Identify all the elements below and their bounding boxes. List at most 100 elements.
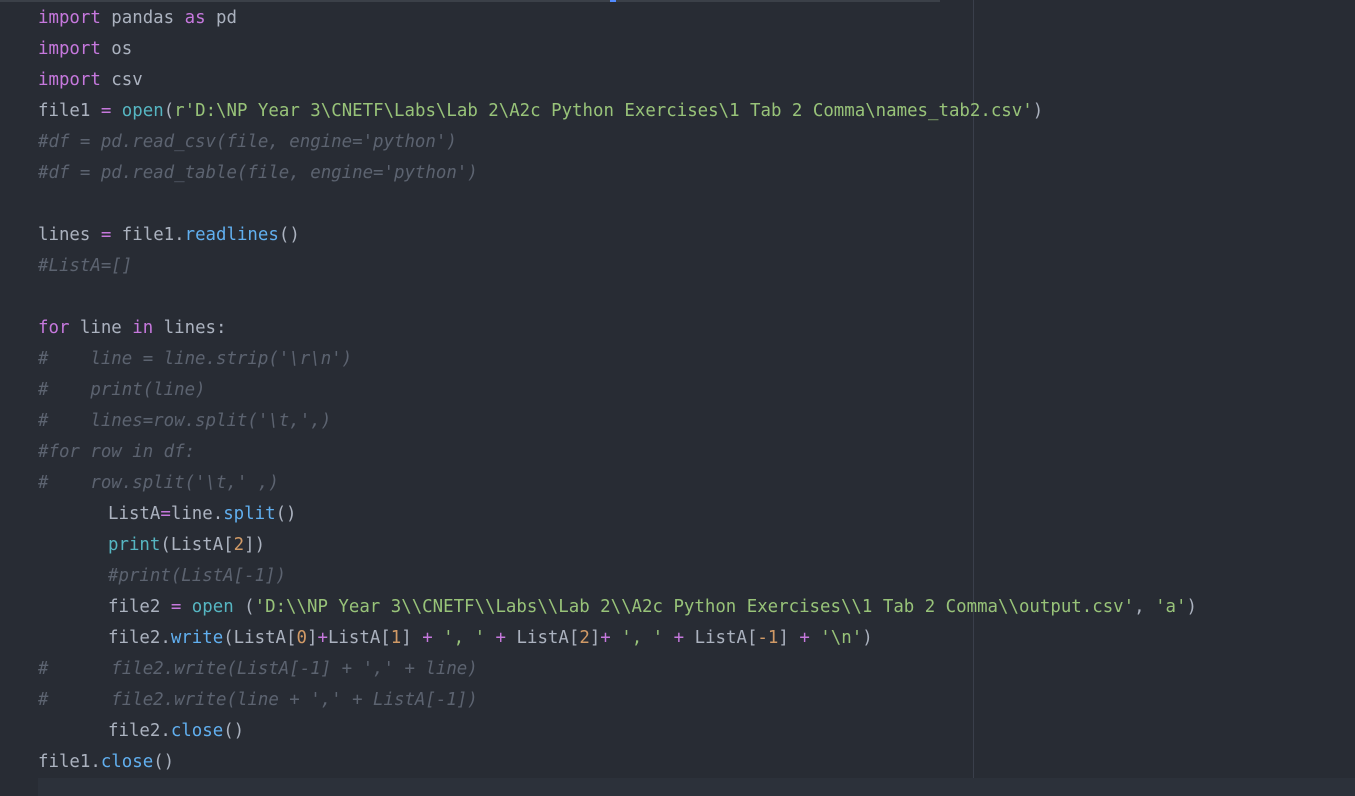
paren: ( [233, 597, 255, 617]
cursor-line-highlight [38, 778, 1355, 796]
builtin-function: open [121, 101, 164, 121]
identifier: pandas [100, 8, 185, 28]
string-literal: 'D:\\NP Year 3\\CNETF\\Labs\\Lab 2\\A2c … [254, 597, 1135, 617]
code-line-16: # row.split('\t,' ,) [38, 468, 1197, 499]
code-line-2: import os [38, 34, 1197, 65]
code-line-13: # print(line) [38, 375, 1197, 406]
keyword: import [38, 70, 101, 90]
code-line-8: lines = file1.readlines() [38, 220, 1197, 251]
comment: #df = pd.read_csv(file, engine='python') [38, 132, 457, 152]
comment: # row.split('\t,' ,) [38, 473, 279, 493]
keyword: as [184, 8, 206, 28]
keyword: import [38, 8, 101, 28]
comment: #print(ListA[-1]) [108, 566, 286, 586]
comment: # lines=row.split('\t,',) [38, 411, 332, 431]
code-line-12: # line = line.strip('\r\n') [38, 344, 1197, 375]
code-line-25: file1.close() [38, 747, 1197, 778]
code-line-24: file2.close() [38, 716, 1197, 747]
code-line-15: #for row in df: [38, 437, 1197, 468]
paren: ]) [244, 535, 266, 555]
paren: ) [1186, 597, 1197, 617]
identifier: pd [205, 8, 237, 28]
code-editor[interactable]: import pandas as pd import os import csv… [0, 0, 1355, 796]
code-line-5: #df = pd.read_csv(file, engine='python') [38, 127, 1197, 158]
identifier: ListA [108, 504, 161, 524]
code-line-11: for line in lines: [38, 313, 1197, 344]
operator: = [100, 101, 112, 121]
comment: #df = pd.read_table(file, engine='python… [38, 163, 478, 183]
code-line-17: ListA=line.split() [38, 499, 1197, 530]
string-literal: '\n' [820, 628, 863, 648]
identifier: (ListA[ [160, 535, 234, 555]
active-tab-indicator [610, 0, 616, 2]
identifier: lines: [153, 318, 227, 338]
comment: # file2.write(line + ',' + ListA[-1]) [38, 690, 478, 710]
builtin-function: print [108, 535, 161, 555]
code-line-20: file2 = open ('D:\\NP Year 3\\CNETF\\Lab… [38, 592, 1197, 623]
string-literal: r'D:\NP Year 3\CNETF\Labs\Lab 2\A2c Pyth… [174, 101, 1033, 121]
method-call: close [170, 721, 224, 741]
paren: () [223, 721, 245, 741]
keyword: import [38, 39, 101, 59]
operator: = [170, 597, 182, 617]
tab-bar-border [0, 0, 940, 2]
method-call: write [170, 628, 224, 648]
method-call: close [100, 752, 154, 772]
identifier: lines [38, 225, 101, 245]
identifier: file1 [38, 101, 101, 121]
code-line-23: # file2.write(line + ',' + ListA[-1]) [38, 685, 1197, 716]
number-literal: 2 [233, 535, 245, 555]
paren: ( [163, 101, 175, 121]
identifier: ListA[ [327, 628, 391, 648]
operator: + [600, 628, 611, 648]
code-line-4: file1 = open(r'D:\NP Year 3\CNETF\Labs\L… [38, 96, 1197, 127]
code-line-9: #ListA=[] [38, 251, 1197, 282]
code-line-19: #print(ListA[-1]) [38, 561, 1197, 592]
operator: + [317, 628, 328, 648]
paren: ) [1032, 101, 1044, 121]
identifier: file2. [108, 628, 171, 648]
number-literal: -1 [757, 628, 779, 648]
code-line-21: file2.write(ListA[0]+ListA[1] + ', ' + L… [38, 623, 1197, 654]
keyword: for [38, 318, 70, 338]
code-line-18: print(ListA[2]) [38, 530, 1197, 561]
code-line-6: #df = pd.read_table(file, engine='python… [38, 158, 1197, 189]
method-call: split [223, 504, 276, 524]
operator: + [673, 628, 685, 648]
code-line-22: # file2.write(ListA[-1] + ',' + line) [38, 654, 1197, 685]
number-literal: 2 [579, 628, 590, 648]
identifier: (ListA[ [223, 628, 297, 648]
number-literal: 0 [296, 628, 307, 648]
method-call: readlines [184, 225, 279, 245]
operator: + [422, 628, 433, 648]
operator: + [495, 628, 507, 648]
code-line-14: # lines=row.split('\t,',) [38, 406, 1197, 437]
operator: = [160, 504, 171, 524]
identifier: file2. [108, 721, 171, 741]
identifier: line [69, 318, 133, 338]
comment: # print(line) [38, 380, 206, 400]
identifier: file2 [108, 597, 171, 617]
bracket: ] [401, 628, 423, 648]
identifier: os [100, 39, 133, 59]
code-line-3: import csv [38, 65, 1197, 96]
paren: () [153, 752, 175, 772]
code-area[interactable]: import pandas as pd import os import csv… [38, 3, 1197, 778]
comma: , [1134, 597, 1156, 617]
identifier: line. [170, 504, 224, 524]
identifier: file1. [38, 752, 101, 772]
bracket: ] [778, 628, 800, 648]
keyword: in [132, 318, 154, 338]
identifier: ListA[ [506, 628, 580, 648]
paren: () [275, 504, 297, 524]
comment: #ListA=[] [38, 256, 133, 276]
